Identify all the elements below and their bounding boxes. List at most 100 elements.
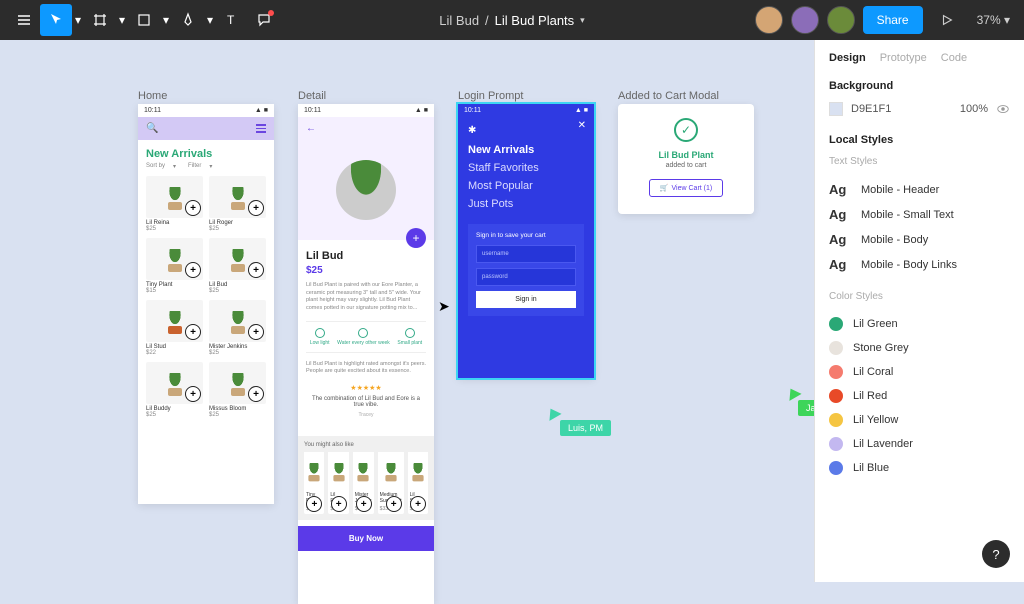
add-icon: +	[248, 386, 264, 402]
share-button[interactable]: Share	[863, 6, 923, 34]
artboard-label[interactable]: Added to Cart Modal	[618, 90, 719, 102]
add-icon: +	[248, 262, 264, 278]
artboard-detail[interactable]: 10:11▲ ■ ← + Lil Bud $25 Lil Bud Plant i…	[298, 104, 434, 604]
product-card: +Tiny Plant$15	[146, 238, 203, 294]
add-fab: +	[406, 228, 426, 248]
visibility-toggle-icon[interactable]	[996, 102, 1010, 116]
cursor-icon: ➤	[438, 298, 450, 315]
color-style-item[interactable]: Lil Red	[829, 384, 1010, 408]
add-icon: +	[185, 386, 201, 402]
nav-item: New Arrivals	[468, 144, 584, 156]
add-icon: +	[185, 200, 201, 216]
frame-tool[interactable]	[84, 4, 116, 36]
help-button[interactable]: ?	[982, 540, 1010, 568]
checkmark-icon: ✓	[674, 118, 698, 142]
close-icon: ✕	[578, 120, 586, 131]
move-tool[interactable]	[40, 4, 72, 36]
cursor-icon	[784, 385, 801, 401]
review-text: The combination of Lil Bud and Eore is a…	[306, 396, 426, 408]
artboard-label[interactable]: Detail	[298, 90, 326, 102]
password-field: password	[476, 268, 576, 286]
nav-item: Just Pots	[468, 198, 584, 210]
artboard-login[interactable]: 10:11▲ ■ ✕ ✱ New ArrivalsStaff Favorites…	[458, 104, 594, 378]
breadcrumb[interactable]: Lil Bud/Lil Bud Plants▾	[439, 13, 584, 28]
artboard-label[interactable]: Home	[138, 90, 167, 102]
product-card: +Mister Jenkins$25	[353, 452, 374, 514]
add-icon: +	[386, 496, 402, 512]
tab-prototype[interactable]: Prototype	[880, 52, 927, 64]
color-style-item[interactable]: Lil Lavender	[829, 432, 1010, 456]
tab-code[interactable]: Code	[941, 52, 967, 64]
avatar[interactable]	[791, 6, 819, 34]
add-icon: +	[410, 496, 426, 512]
hamburger-icon	[256, 124, 266, 133]
nav-item: Staff Favorites	[468, 162, 584, 174]
add-icon: +	[248, 200, 264, 216]
search-icon: 🔍	[146, 123, 158, 134]
care-item: Small plant	[397, 328, 422, 346]
product-card: +Lil Roger$25	[328, 452, 348, 514]
status-bar: 10:11▲ ■	[138, 104, 274, 117]
add-icon: +	[248, 324, 264, 340]
product-card: +Lil Stud$22	[408, 452, 428, 514]
buy-now-button: Buy Now	[298, 526, 434, 551]
color-style-item[interactable]: Lil Coral	[829, 360, 1010, 384]
color-style-item[interactable]: Lil Blue	[829, 456, 1010, 480]
product-card: +Lil Buddy$25	[146, 362, 203, 418]
frame-tool-dropdown[interactable]: ▾	[116, 4, 128, 36]
add-icon: +	[356, 496, 372, 512]
add-icon: +	[185, 324, 201, 340]
product-card: +Medium Succulent$33	[378, 452, 404, 514]
collaborator-cursor: Luis, PM	[560, 420, 611, 436]
username-field: username	[476, 245, 576, 263]
zoom-level[interactable]: 37% ▾	[971, 13, 1016, 27]
avatar[interactable]	[755, 6, 783, 34]
page-title: New Arrivals	[146, 148, 266, 160]
text-style-item[interactable]: AgMobile - Header	[829, 177, 1010, 202]
color-style-item[interactable]: Lil Green	[829, 312, 1010, 336]
cursor-icon	[544, 405, 561, 421]
product-card: +Lil Reina$25	[146, 176, 203, 232]
artboard-home[interactable]: 10:11▲ ■ 🔍 New Arrivals Sort by▾Filter▾ …	[138, 104, 274, 504]
nav-item: Most Popular	[468, 180, 584, 192]
artboard-cart-modal[interactable]: ✓ Lil Bud Plant added to cart 🛒 View Car…	[618, 104, 754, 214]
back-arrow-icon: ←	[306, 123, 316, 134]
tab-design[interactable]: Design	[829, 52, 866, 64]
color-style-item[interactable]: Lil Yellow	[829, 408, 1010, 432]
canvas[interactable]: Home 10:11▲ ■ 🔍 New Arrivals Sort by▾Fil…	[0, 40, 814, 582]
shape-tool-dropdown[interactable]: ▾	[160, 4, 172, 36]
product-price: $25	[306, 265, 426, 276]
color-style-item[interactable]: Stone Grey	[829, 336, 1010, 360]
present-button[interactable]	[931, 4, 963, 36]
product-card: +Tiny Plant$15	[304, 452, 324, 514]
product-image	[336, 160, 396, 220]
pen-tool-dropdown[interactable]: ▾	[204, 4, 216, 36]
care-item: Low light	[310, 328, 330, 346]
properties-panel: DesignPrototypeCode Background D9E1F1 10…	[814, 40, 1024, 582]
product-card: +Mister Jenkins$25	[209, 300, 266, 356]
color-swatch[interactable]	[829, 102, 843, 116]
product-card: +Missus Bloom$25	[209, 362, 266, 418]
avatar[interactable]	[827, 6, 855, 34]
hamburger-menu-icon[interactable]	[8, 4, 40, 36]
svg-text:T: T	[227, 13, 235, 27]
comment-tool[interactable]	[248, 4, 280, 36]
color-hex[interactable]: D9E1F1	[851, 103, 891, 115]
opacity-value[interactable]: 100%	[960, 103, 988, 115]
product-card: +Lil Roger$25	[209, 176, 266, 232]
shape-tool[interactable]	[128, 4, 160, 36]
pen-tool[interactable]	[172, 4, 204, 36]
star-rating: ★★★★★	[306, 384, 426, 392]
care-item: Water every other week	[337, 328, 390, 346]
top-toolbar: ▾ ▾ ▾ ▾ T Lil Bud/Lil Bud Plants▾ Share …	[0, 0, 1024, 40]
text-style-item[interactable]: AgMobile - Small Text	[829, 202, 1010, 227]
product-card: +Lil Bud$25	[209, 238, 266, 294]
text-style-item[interactable]: AgMobile - Body	[829, 227, 1010, 252]
artboard-label[interactable]: Login Prompt	[458, 90, 523, 102]
move-tool-dropdown[interactable]: ▾	[72, 4, 84, 36]
text-style-item[interactable]: AgMobile - Body Links	[829, 252, 1010, 277]
add-icon: +	[185, 262, 201, 278]
add-icon: +	[331, 496, 347, 512]
text-tool[interactable]: T	[216, 4, 248, 36]
logo-icon: ✱	[468, 125, 584, 136]
